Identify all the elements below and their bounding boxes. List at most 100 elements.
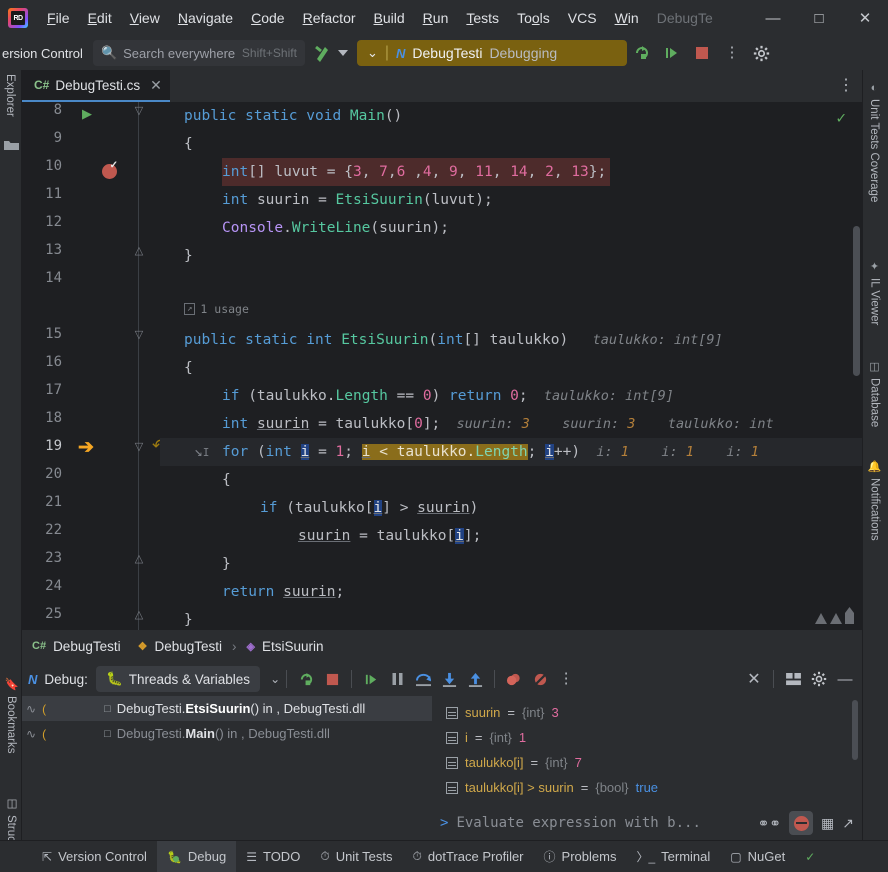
editor-scrollbar[interactable] <box>853 226 860 376</box>
menu-tests[interactable]: Tests <box>457 6 508 30</box>
status-item-todo[interactable]: ☰ TODO <box>236 841 310 872</box>
evaluate-expression-bar[interactable]: > Evaluate expression with b... ⚭⚭ ▦ ↗ <box>432 806 862 840</box>
debug-layout-button[interactable] <box>780 666 806 692</box>
menu-window[interactable]: Win <box>606 6 648 30</box>
menu-vcs[interactable]: VCS <box>559 6 606 30</box>
status-item-nuget[interactable]: ▢ NuGet <box>720 841 795 872</box>
folder-icon[interactable] <box>4 138 19 156</box>
tab-debugtesti-cs[interactable]: C# DebugTesti.cs ✕ <box>22 70 170 102</box>
breadcrumb-class[interactable]: DebugTesti <box>154 639 222 654</box>
usage-indicator[interactable]: ↗ 1 usage <box>184 302 249 316</box>
menu-view[interactable]: View <box>121 6 169 30</box>
menu-code[interactable]: Code <box>242 6 293 30</box>
inspection-ok-icon[interactable]: ✓ <box>836 108 846 127</box>
sidebar-item-il-viewer[interactable]: ✦ IL Viewer <box>868 260 881 325</box>
frame-row[interactable]: ∿ ( □ DebugTesti.EtsiSuurin() in , Debug… <box>22 696 432 721</box>
resume-program-button[interactable] <box>657 38 687 68</box>
status-item-terminal[interactable]: 〉_ Terminal <box>626 841 720 872</box>
mute-breakpoints-button[interactable] <box>527 666 553 692</box>
version-control-widget[interactable]: ersion Control <box>0 46 83 61</box>
menu-navigate[interactable]: Navigate <box>169 6 242 30</box>
debug-minimize-button[interactable]: — <box>832 666 858 692</box>
debug-settings-button[interactable] <box>806 666 832 692</box>
fold-marker[interactable]: △ <box>132 608 146 621</box>
stop-program-button[interactable] <box>687 38 717 68</box>
maximize-window-button[interactable]: □ <box>796 0 842 36</box>
debug-stop-button[interactable] <box>319 666 345 692</box>
variables-list[interactable]: suurin = {int} 3 i = {int} 1 taulukko[i]… <box>432 696 862 806</box>
status-item-problems[interactable]: ⓘ Problems <box>534 841 627 872</box>
menu-build[interactable]: Build <box>365 6 414 30</box>
rerun-button[interactable] <box>627 38 657 68</box>
menu-tools[interactable]: Tools <box>508 6 559 30</box>
debug-step-into-button[interactable] <box>436 666 462 692</box>
editor-gutter[interactable]: 8 9 10 11 12 13 14 15 16 17 18 19 20 21 … <box>22 102 160 630</box>
tab-threads-and-variables[interactable]: 🐛 Threads & Variables <box>96 666 260 692</box>
fold-marker[interactable]: ▽ <box>132 104 146 117</box>
status-item-dottrace-profiler[interactable]: ⏱ dotTrace Profiler <box>403 841 534 872</box>
breadcrumb-method[interactable]: EtsiSuurin <box>262 639 324 654</box>
code-line-25: } <box>184 606 193 630</box>
debug-more-button[interactable]: ⋮ <box>553 666 579 692</box>
status-item-version-control[interactable]: ⇱ Version Control <box>32 841 157 872</box>
variable-row[interactable]: taulukko[i] = {int} 7 <box>432 750 862 775</box>
search-everywhere-input[interactable]: 🔍 Search everywhere Shift+Shift <box>93 40 305 66</box>
menu-file[interactable]: File <box>38 6 79 30</box>
debug-step-out-button[interactable] <box>462 666 488 692</box>
sidebar-item-unit-tests-coverage[interactable]: ◐ Unit Tests Coverage <box>868 82 880 202</box>
line-number: 22 <box>22 522 62 538</box>
close-icon[interactable]: ✕ <box>150 77 162 94</box>
build-dropdown-icon[interactable] <box>338 50 348 56</box>
line-number: 20 <box>22 466 62 482</box>
warning-marker-icon <box>815 613 827 624</box>
code-text-area[interactable]: public static void Main() { int[] luvut … <box>160 102 862 630</box>
debug-close-button[interactable]: ✕ <box>741 666 767 692</box>
expand-icon[interactable]: ↗ <box>842 815 854 832</box>
frame-checkbox-icon[interactable]: □ <box>104 703 111 715</box>
settings-button[interactable] <box>747 38 777 68</box>
chevron-down-icon[interactable]: ⌄ <box>270 672 280 686</box>
toolbar-more-button[interactable]: ⋮ <box>717 38 747 68</box>
view-breakpoints-button[interactable] <box>501 666 527 692</box>
fold-marker[interactable]: ▽ <box>132 440 146 453</box>
breadcrumb-project[interactable]: DebugTesti <box>53 639 121 654</box>
frame-row[interactable]: ∿ ( □ DebugTesti.Main() in , DebugTesti.… <box>22 721 432 746</box>
sidebar-item-bookmarks[interactable]: 🔖 Bookmarks <box>4 677 18 754</box>
glasses-icon[interactable]: ⚭⚭ <box>758 815 781 832</box>
fold-marker[interactable]: △ <box>132 552 146 565</box>
menu-edit[interactable]: Edit <box>79 6 121 30</box>
menu-run[interactable]: Run <box>414 6 458 30</box>
close-window-button[interactable]: ✕ <box>842 0 888 36</box>
run-gutter-icon[interactable]: ▶ <box>82 106 92 122</box>
run-configuration-widget[interactable]: ⌄ | N DebugTesti Debugging <box>357 40 627 66</box>
debug-step-over-button[interactable] <box>410 666 436 692</box>
variables-scrollbar[interactable] <box>852 700 858 760</box>
editor-options-icon[interactable]: ⋮ <box>838 81 854 91</box>
variable-value: 3 <box>551 705 558 720</box>
code-editor[interactable]: 8 9 10 11 12 13 14 15 16 17 18 19 20 21 … <box>22 102 862 630</box>
status-item-unit-tests[interactable]: ⏱ Unit Tests <box>310 841 402 872</box>
fold-marker[interactable]: △ <box>132 244 146 257</box>
variable-row[interactable]: taulukko[i] > suurin = {bool} true <box>432 775 862 800</box>
debug-rerun-button[interactable] <box>293 666 319 692</box>
menu-refactor[interactable]: Refactor <box>294 6 365 30</box>
sidebar-item-database[interactable]: ◫ Database <box>868 360 881 427</box>
sidebar-item-notifications[interactable]: 🔔 Notifications <box>868 460 881 541</box>
debug-resume-button[interactable] <box>358 666 384 692</box>
frame-checkbox-icon[interactable]: □ <box>104 728 111 740</box>
debug-pause-button[interactable] <box>384 666 410 692</box>
evaluate-input[interactable]: Evaluate expression with b... <box>456 815 749 831</box>
table-icon[interactable]: ▦ <box>821 815 834 832</box>
minimize-window-button[interactable]: — <box>750 0 796 36</box>
mute-breakpoints-toggle[interactable] <box>789 811 813 835</box>
fold-marker[interactable]: ▽ <box>132 328 146 341</box>
variable-row[interactable]: suurin = {int} 3 <box>432 700 862 725</box>
frames-list[interactable]: ∿ ( □ DebugTesti.EtsiSuurin() in , Debug… <box>22 696 432 840</box>
status-item-overflow[interactable]: ✓ <box>795 841 825 872</box>
breakpoint-verified-icon[interactable] <box>102 164 117 179</box>
build-button[interactable] <box>313 43 331 63</box>
sidebar-item-explorer[interactable]: Explorer <box>4 74 16 117</box>
variable-type: {int} <box>489 730 511 745</box>
variable-row[interactable]: i = {int} 1 <box>432 725 862 750</box>
status-item-debug[interactable]: 🐛 Debug <box>157 841 236 872</box>
